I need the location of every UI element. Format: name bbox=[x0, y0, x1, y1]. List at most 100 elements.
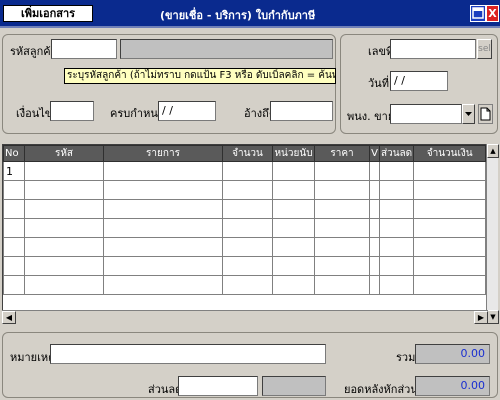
cell-price[interactable] bbox=[314, 199, 370, 219]
cell-no[interactable] bbox=[3, 256, 25, 276]
cell-quantity[interactable] bbox=[222, 218, 273, 238]
col-header-no[interactable]: No bbox=[3, 145, 25, 162]
scroll-down-icon[interactable]: ▼ bbox=[487, 310, 499, 324]
cell-amount[interactable] bbox=[413, 180, 487, 200]
cell-quantity[interactable] bbox=[222, 180, 273, 200]
cell-price[interactable] bbox=[314, 256, 370, 276]
table-row[interactable] bbox=[3, 218, 487, 238]
discount-input[interactable] bbox=[178, 376, 258, 396]
cell-unit[interactable] bbox=[272, 256, 315, 276]
cell-vat[interactable] bbox=[369, 180, 380, 200]
cell-description[interactable] bbox=[103, 237, 223, 257]
cell-description[interactable] bbox=[103, 256, 223, 276]
col-header-price[interactable]: ราคา bbox=[314, 145, 370, 162]
cell-discount[interactable] bbox=[378, 237, 415, 257]
doc-date-input[interactable]: / / bbox=[390, 71, 448, 91]
cell-no[interactable] bbox=[3, 275, 25, 295]
cell-price[interactable] bbox=[314, 218, 370, 238]
cell-unit[interactable] bbox=[272, 218, 315, 238]
cell-code[interactable] bbox=[24, 256, 104, 276]
col-header-amount[interactable]: จำนวนเงิน bbox=[413, 145, 487, 162]
cell-unit[interactable] bbox=[272, 180, 315, 200]
cell-description[interactable] bbox=[103, 199, 223, 219]
cell-description[interactable] bbox=[103, 275, 223, 295]
cell-unit[interactable] bbox=[272, 161, 315, 181]
cell-price[interactable] bbox=[314, 161, 370, 181]
cell-discount[interactable] bbox=[378, 199, 415, 219]
note-input[interactable] bbox=[50, 344, 326, 364]
cell-amount[interactable] bbox=[413, 275, 487, 295]
cell-no[interactable] bbox=[3, 237, 25, 257]
cell-amount[interactable] bbox=[413, 161, 487, 181]
table-row[interactable] bbox=[3, 237, 487, 257]
cell-code[interactable] bbox=[24, 199, 104, 219]
terms-input[interactable] bbox=[50, 101, 94, 121]
cell-code[interactable] bbox=[24, 237, 104, 257]
col-header-quantity[interactable]: จำนวน bbox=[222, 145, 273, 162]
scroll-up-icon[interactable]: ▲ bbox=[487, 144, 499, 158]
grid-vertical-scrollbar[interactable]: ▲ ▼ bbox=[486, 144, 499, 324]
cell-discount[interactable] bbox=[378, 180, 415, 200]
cell-no[interactable] bbox=[3, 180, 25, 200]
due-date-input[interactable]: / / bbox=[158, 101, 216, 121]
cell-vat[interactable] bbox=[369, 275, 380, 295]
cell-quantity[interactable] bbox=[222, 256, 273, 276]
table-row[interactable] bbox=[3, 275, 487, 295]
cell-description[interactable] bbox=[103, 161, 223, 181]
col-header-vat[interactable]: V bbox=[369, 145, 380, 162]
cell-discount[interactable] bbox=[378, 161, 415, 181]
grid-horizontal-scrollbar[interactable]: ◀ ▶ bbox=[2, 310, 488, 324]
cell-no[interactable] bbox=[3, 218, 25, 238]
cell-vat[interactable] bbox=[369, 237, 380, 257]
col-header-code[interactable]: รหัส bbox=[24, 145, 104, 162]
cell-amount[interactable] bbox=[413, 199, 487, 219]
salesperson-dropdown-button[interactable] bbox=[462, 104, 475, 124]
cell-unit[interactable] bbox=[272, 199, 315, 219]
cell-unit[interactable] bbox=[272, 275, 315, 295]
window-icon[interactable] bbox=[470, 5, 486, 22]
cell-price[interactable] bbox=[314, 275, 370, 295]
cell-description[interactable] bbox=[103, 180, 223, 200]
col-header-description[interactable]: รายการ bbox=[103, 145, 223, 162]
cell-description[interactable] bbox=[103, 218, 223, 238]
table-row[interactable]: 1 bbox=[3, 161, 487, 181]
cell-price[interactable] bbox=[314, 180, 370, 200]
cell-quantity[interactable] bbox=[222, 275, 273, 295]
salesperson-select[interactable] bbox=[390, 104, 462, 124]
cell-discount[interactable] bbox=[378, 218, 415, 238]
col-header-discount[interactable]: ส่วนลด bbox=[378, 145, 415, 162]
scroll-right-icon[interactable]: ▶ bbox=[474, 311, 488, 324]
doc-number-select-button[interactable]: sel bbox=[477, 39, 492, 59]
cell-discount[interactable] bbox=[378, 275, 415, 295]
customer-code-input[interactable] bbox=[51, 39, 117, 59]
cell-amount[interactable] bbox=[413, 237, 487, 257]
cell-amount[interactable] bbox=[413, 256, 487, 276]
cell-unit[interactable] bbox=[272, 237, 315, 257]
cell-vat[interactable] bbox=[369, 199, 380, 219]
cell-code[interactable] bbox=[24, 275, 104, 295]
table-row[interactable] bbox=[3, 199, 487, 219]
cell-vat[interactable] bbox=[369, 218, 380, 238]
cell-price[interactable] bbox=[314, 237, 370, 257]
cell-quantity[interactable] bbox=[222, 237, 273, 257]
col-header-unit[interactable]: หน่วยนับ bbox=[272, 145, 315, 162]
cell-vat[interactable] bbox=[369, 161, 380, 181]
cell-quantity[interactable] bbox=[222, 161, 273, 181]
table-row[interactable] bbox=[3, 180, 487, 200]
close-button[interactable]: X bbox=[486, 5, 499, 22]
cell-code[interactable] bbox=[24, 180, 104, 200]
document-icon[interactable] bbox=[478, 104, 493, 124]
cell-amount[interactable] bbox=[413, 218, 487, 238]
line-items-grid[interactable]: No รหัส รายการ จำนวน หน่วยนับ ราคา V ส่ว… bbox=[2, 144, 498, 324]
cell-no[interactable]: 1 bbox=[3, 161, 25, 181]
cell-code[interactable] bbox=[24, 161, 104, 181]
reference-input[interactable] bbox=[270, 101, 333, 121]
doc-number-input[interactable] bbox=[390, 39, 476, 59]
cell-code[interactable] bbox=[24, 218, 104, 238]
table-row[interactable] bbox=[3, 256, 487, 276]
cell-vat[interactable] bbox=[369, 256, 380, 276]
scroll-left-icon[interactable]: ◀ bbox=[2, 311, 16, 324]
cell-discount[interactable] bbox=[378, 256, 415, 276]
cell-quantity[interactable] bbox=[222, 199, 273, 219]
cell-no[interactable] bbox=[3, 199, 25, 219]
